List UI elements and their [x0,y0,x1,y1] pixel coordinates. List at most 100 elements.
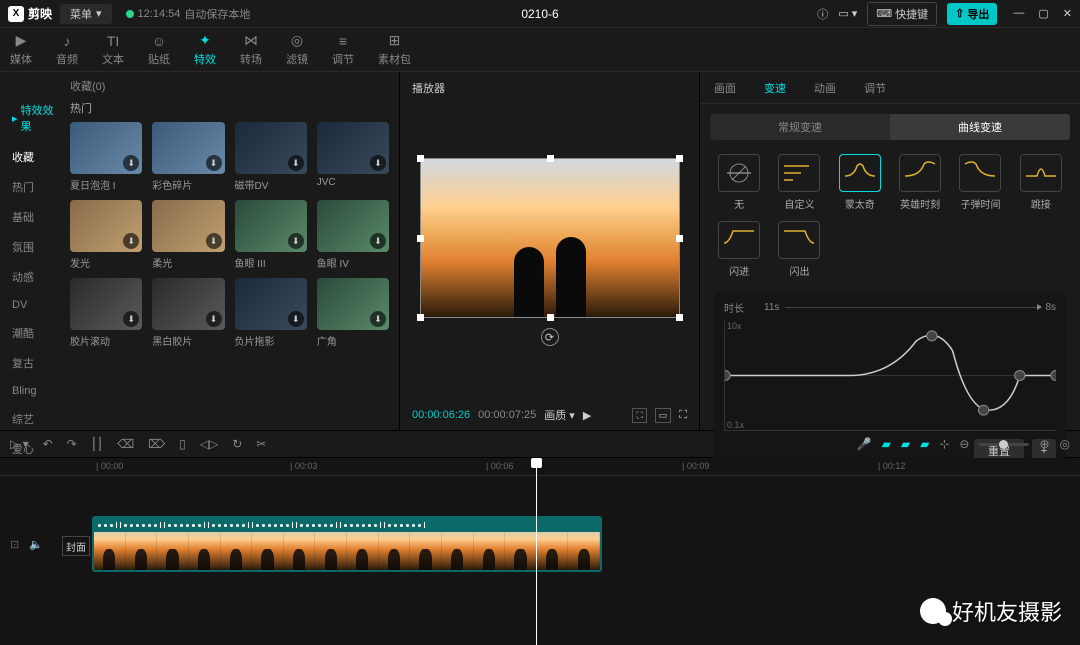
menu-button[interactable]: 菜单 ▾ [60,4,112,24]
download-icon[interactable]: ⬇ [123,155,139,171]
fx-category[interactable]: 氛围 [0,232,70,262]
effect-item[interactable]: ⬇柔光 [152,200,224,270]
curve-preset[interactable]: 英雄时刻 [895,154,945,211]
asset-tab-6[interactable]: ◎滤镜 [286,32,308,67]
effect-item[interactable]: ⬇JVC [317,122,389,192]
help-icon[interactable]: ⓘ [817,6,828,22]
effect-item[interactable]: ⬇广角 [317,278,389,348]
effect-item[interactable]: ⬇夏日泡泡 I [70,122,142,192]
link-icon[interactable]: ▰ [920,437,929,451]
maximize-icon[interactable]: ▢ [1038,7,1048,20]
magnet-icon[interactable]: ▰ [901,437,910,451]
mic-icon[interactable]: 🎤 [857,437,872,451]
fx-category[interactable]: 复古 [0,348,70,378]
fx-category[interactable]: 基础 [0,202,70,232]
curve-graph[interactable]: 10x 0.1x [724,321,1056,431]
mute-track-icon[interactable]: 🔈 [29,538,43,551]
play-icon[interactable]: ▶ [583,409,591,422]
redo-icon[interactable]: ↷ [67,437,77,451]
property-tab[interactable]: 画面 [700,72,750,103]
download-icon[interactable]: ⬇ [206,233,222,249]
delete-left-icon[interactable]: ⌫ [117,437,134,451]
playhead[interactable] [536,458,537,645]
asset-tab-0[interactable]: ▶媒体 [10,32,32,67]
asset-tab-8[interactable]: ⊞素材包 [378,32,411,67]
effect-item[interactable]: ⬇负片拖影 [235,278,307,348]
mirror-icon[interactable]: ◁▷ [200,437,218,451]
effect-item[interactable]: ⬇彩色碎片 [152,122,224,192]
asset-tab-4[interactable]: ✦特效 [194,32,216,67]
resize-handle[interactable] [676,235,683,242]
zoom-out-icon[interactable]: ⊖ [959,437,969,451]
asset-tab-7[interactable]: ≡调节 [332,33,354,67]
quality-selector[interactable]: 画质 ▾ [544,407,575,423]
fx-category[interactable]: 动感 [0,262,70,292]
resize-handle[interactable] [676,155,683,162]
effect-item[interactable]: ⬇鱼眼 IV [317,200,389,270]
undo-icon[interactable]: ↶ [43,437,53,451]
layout-icon[interactable]: ▭ ▾ [838,7,857,20]
snapshot-icon[interactable]: ⛶ [632,408,646,423]
curve-preset[interactable]: 跳接 [1016,154,1066,211]
minimize-icon[interactable]: — [1013,7,1024,20]
split-icon[interactable]: ⎮⎮ [91,437,104,451]
zoom-in-icon[interactable]: ⊕ [1039,437,1049,451]
effect-item[interactable]: ⬇发光 [70,200,142,270]
delete-right-icon[interactable]: ⌦ [148,437,165,451]
asset-tab-3[interactable]: ☺贴纸 [148,33,170,67]
fx-category[interactable]: DV [0,292,70,318]
curve-preset[interactable]: 无 [714,154,764,211]
download-icon[interactable]: ⬇ [370,155,386,171]
shortcuts-button[interactable]: ⌨ 快捷键 [867,2,937,26]
video-frame[interactable] [420,158,680,318]
effect-item[interactable]: ⬇黑白胶片 [152,278,224,348]
fx-category[interactable]: 收藏 [0,142,70,172]
resize-handle[interactable] [417,314,424,321]
curve-preset[interactable]: 蒙太奇 [835,154,885,211]
fullscreen-icon[interactable]: ⛶ [679,409,687,422]
magnet-main-icon[interactable]: ▰ [882,437,891,451]
fx-category[interactable]: 综艺 [0,404,70,434]
delete-icon[interactable]: ▯ [179,437,186,451]
download-icon[interactable]: ⬇ [288,155,304,171]
download-icon[interactable]: ⬇ [288,311,304,327]
curve-preset[interactable]: 自定义 [774,154,824,211]
property-tab[interactable]: 动画 [800,72,850,103]
effect-item[interactable]: ⬇鱼眼 III [235,200,307,270]
fx-category[interactable]: 热门 [0,172,70,202]
crop-icon[interactable]: ✂ [256,437,266,451]
zoom-slider[interactable] [979,443,1029,446]
download-icon[interactable]: ⬇ [370,233,386,249]
subtab-curve-speed[interactable]: 曲线变速 [890,114,1070,140]
resize-handle[interactable] [417,155,424,162]
resize-handle[interactable] [676,314,683,321]
effect-item[interactable]: ⬇磁带DV [235,122,307,192]
export-button[interactable]: ⇧ 导出 [947,3,997,25]
property-tab[interactable]: 调节 [850,72,900,103]
download-icon[interactable]: ⬇ [288,233,304,249]
preview-axis-icon[interactable]: ⊹ [939,437,949,451]
download-icon[interactable]: ⬇ [370,311,386,327]
download-icon[interactable]: ⬇ [123,311,139,327]
rotate-icon[interactable]: ↻ [232,437,242,451]
lock-track-icon[interactable]: ⊡ [10,538,19,551]
download-icon[interactable]: ⬇ [206,155,222,171]
cover-button[interactable]: 封面 [62,536,90,556]
download-icon[interactable]: ⬇ [123,233,139,249]
property-tab[interactable]: 变速 [750,72,800,103]
timeline[interactable]: | 00:00| 00:03| 00:06| 00:09| 00:12 ⊡ 🔈 … [0,458,1080,645]
resize-handle[interactable] [547,155,554,162]
close-icon[interactable]: ✕ [1063,7,1072,20]
curve-preset[interactable]: 闪出 [774,221,824,278]
asset-tab-2[interactable]: TI文本 [102,33,124,67]
fx-category[interactable]: Bling [0,378,70,404]
ratio-icon[interactable]: ▭ [655,408,672,423]
selection-tool-icon[interactable]: ▷ ▾ [10,437,29,451]
curve-preset[interactable]: 闪进 [714,221,764,278]
subtab-normal-speed[interactable]: 常规变速 [710,114,890,140]
player-viewport[interactable]: ⟳ [400,104,699,400]
asset-tab-1[interactable]: ♪音频 [56,33,78,67]
resize-handle[interactable] [417,235,424,242]
download-icon[interactable]: ⬇ [206,311,222,327]
video-clip[interactable] [92,516,602,572]
